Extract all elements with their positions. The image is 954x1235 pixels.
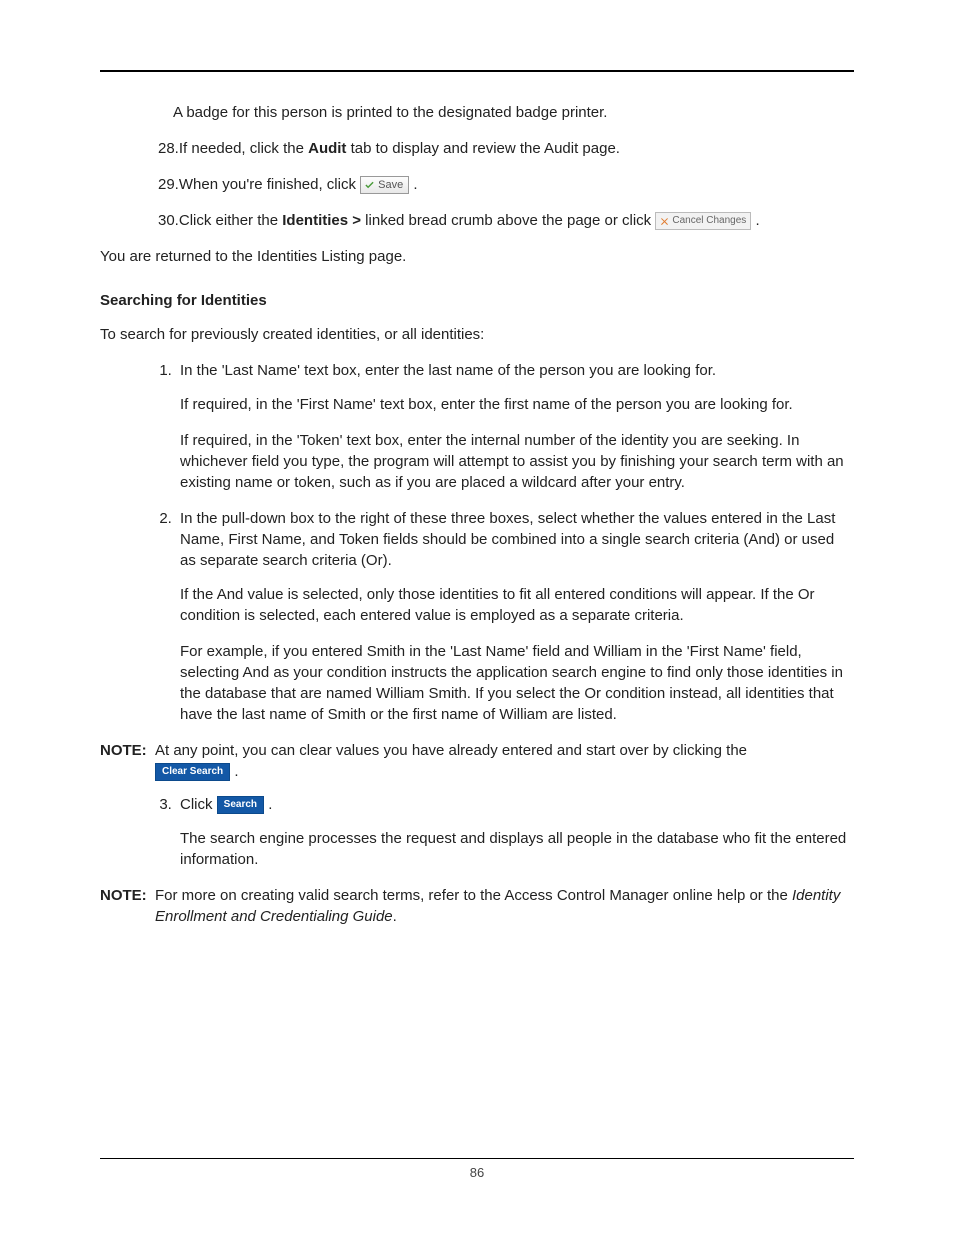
page-number: 86 xyxy=(100,1158,854,1180)
document-page: A badge for this person is printed to th… xyxy=(0,0,954,1235)
search-button[interactable]: Search xyxy=(217,796,264,814)
step-28: 28.If needed, click the Audit tab to dis… xyxy=(158,138,854,159)
step-30: 30.Click either the Identities > linked … xyxy=(158,210,854,231)
step-3: Click Search . The search engine process… xyxy=(176,794,854,870)
section-intro: To search for previously created identit… xyxy=(100,324,854,345)
intro-badge-text: A badge for this person is printed to th… xyxy=(173,102,854,123)
clear-search-button[interactable]: Clear Search xyxy=(155,763,230,781)
step-29: 29.When you're finished, click Save . xyxy=(158,174,854,195)
x-icon xyxy=(659,216,670,227)
step-1: In the 'Last Name' text box, enter the l… xyxy=(176,360,854,493)
returned-text: You are returned to the Identities Listi… xyxy=(100,246,854,267)
steps-list: In the 'Last Name' text box, enter the l… xyxy=(154,360,854,725)
note-2: NOTE: For more on creating valid search … xyxy=(100,885,854,927)
step-2: In the pull-down box to the right of the… xyxy=(176,508,854,725)
top-rule xyxy=(100,70,854,72)
cancel-changes-button[interactable]: Cancel Changes xyxy=(655,212,751,230)
save-button[interactable]: Save xyxy=(360,176,409,194)
check-icon xyxy=(364,180,375,191)
steps-list-continued: Click Search . The search engine process… xyxy=(154,794,854,870)
note-1: NOTE: At any point, you can clear values… xyxy=(100,740,854,782)
section-heading: Searching for Identities xyxy=(100,292,854,309)
